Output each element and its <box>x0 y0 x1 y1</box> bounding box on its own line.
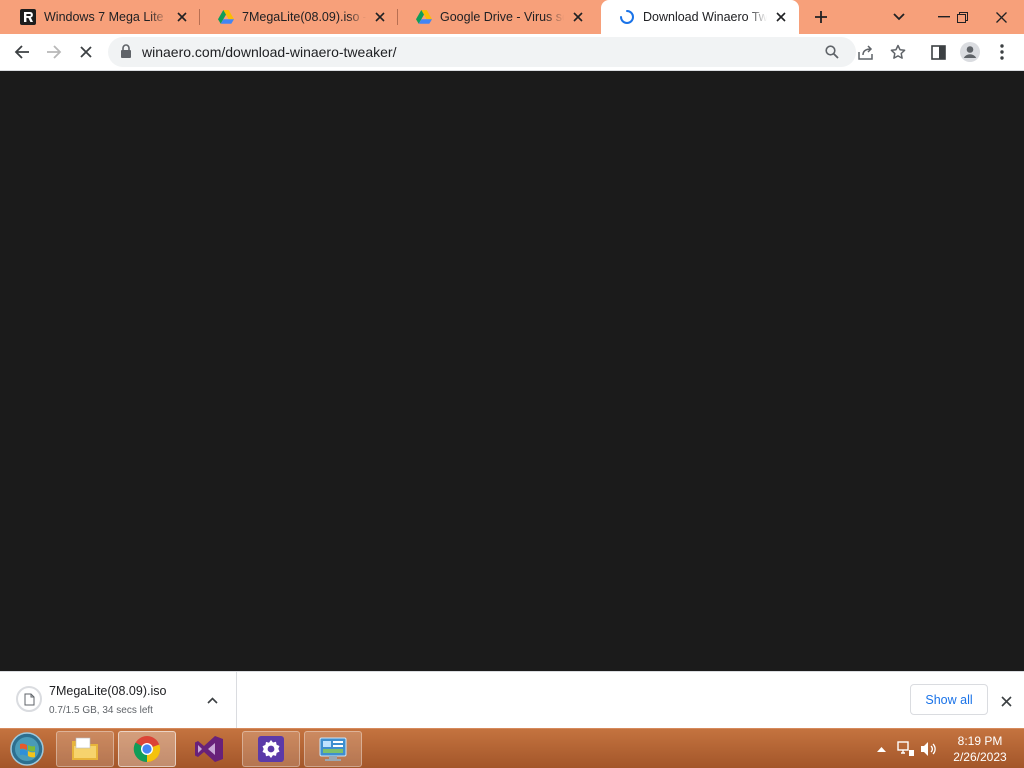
file-explorer-taskbar-button[interactable] <box>56 731 114 767</box>
plus-icon <box>815 11 827 23</box>
taskbar-clock[interactable]: 8:19 PM 2/26/2023 <box>944 733 1016 765</box>
chevron-down-icon <box>893 13 905 21</box>
tab-google-drive-virus-scan[interactable]: Google Drive - Virus scan warning <box>398 0 596 34</box>
close-icon <box>995 11 1007 23</box>
tab-7megalite-drive[interactable]: 7MegaLite(08.09).iso - Google Drive <box>200 0 398 34</box>
page-viewport <box>0 71 1024 671</box>
close-tab-icon[interactable] <box>570 9 586 25</box>
google-drive-icon <box>416 9 432 25</box>
control-panel-icon <box>319 737 347 761</box>
stop-x-icon <box>80 46 92 58</box>
arrow-left-icon <box>14 45 29 59</box>
tab-windows7-mega-lite[interactable]: Windows 7 Mega Lite x64 | Windows 7 <box>2 0 200 34</box>
browser-menu-button[interactable] <box>988 38 1016 66</box>
close-tab-icon[interactable] <box>773 9 789 25</box>
profile-avatar-icon <box>960 42 980 62</box>
chevron-up-icon[interactable] <box>204 692 220 708</box>
arrow-right-icon <box>47 45 62 59</box>
stop-loading-button[interactable] <box>72 38 100 66</box>
settings-taskbar-button[interactable] <box>242 731 300 767</box>
clock-date: 2/26/2023 <box>953 750 1007 764</box>
visual-studio-taskbar-button[interactable] <box>180 731 238 767</box>
chrome-taskbar-button[interactable] <box>118 731 176 767</box>
address-bar[interactable]: winaero.com/download-winaero-tweaker/ <box>108 37 856 67</box>
star-icon <box>890 44 906 59</box>
network-tray-icon[interactable] <box>897 740 915 758</box>
volume-tray-icon[interactable] <box>920 740 938 758</box>
tray-up-arrow-icon <box>876 747 886 752</box>
file-explorer-icon <box>72 737 98 760</box>
close-shelf-button[interactable] <box>996 691 1016 711</box>
download-shelf: 7MegaLite(08.09).iso 0.7/1.5 GB, 34 secs… <box>0 671 1024 728</box>
url-text[interactable]: winaero.com/download-winaero-tweaker/ <box>142 44 396 60</box>
chrome-icon <box>133 736 161 763</box>
start-button[interactable] <box>8 731 46 767</box>
close-tab-icon[interactable] <box>174 9 190 25</box>
visual-studio-icon <box>195 736 223 762</box>
zoom-search-icon[interactable] <box>822 42 842 62</box>
close-tab-icon[interactable] <box>372 9 388 25</box>
close-icon <box>1000 695 1012 707</box>
tab-title: Download Winaero Tweaker <box>643 10 767 24</box>
tab-title: Google Drive - Virus scan warning <box>440 10 564 24</box>
tab-title: Windows 7 Mega Lite x64 | Windows 7 <box>44 10 168 24</box>
control-panel-taskbar-button[interactable] <box>304 731 362 767</box>
browser-toolbar: winaero.com/download-winaero-tweaker/ <box>0 34 1024 71</box>
windows-taskbar: 8:19 PM 2/26/2023 <box>0 728 1024 768</box>
close-window-button[interactable] <box>978 0 1024 34</box>
side-panel-icon <box>930 44 946 60</box>
tab-search-button[interactable] <box>889 7 909 27</box>
lock-icon[interactable] <box>120 44 132 64</box>
bookmark-button[interactable] <box>884 38 912 66</box>
back-button[interactable] <box>8 38 36 66</box>
forward-button[interactable] <box>40 38 68 66</box>
tab-strip: Windows 7 Mega Lite x64 | Windows 7 7Meg… <box>0 0 1024 34</box>
side-panel-button[interactable] <box>924 38 952 66</box>
clock-time: 8:19 PM <box>957 734 1003 748</box>
tab-download-winaero-tweaker[interactable]: Download Winaero Tweaker <box>601 0 799 34</box>
profile-button[interactable] <box>956 38 984 66</box>
new-tab-button[interactable] <box>808 5 834 29</box>
restore-button[interactable] <box>945 0 979 34</box>
file-icon <box>16 686 42 712</box>
download-status: 0.7/1.5 GB, 34 secs left <box>49 705 153 716</box>
show-hidden-icons-button[interactable] <box>872 740 890 758</box>
loading-spinner-icon <box>619 9 635 25</box>
windows-orb-icon <box>10 732 44 766</box>
r-logo-icon <box>20 9 36 25</box>
restore-icon <box>956 11 968 23</box>
google-drive-icon <box>218 9 234 25</box>
share-button[interactable] <box>852 38 880 66</box>
share-icon <box>858 44 873 60</box>
tab-title: 7MegaLite(08.09).iso - Google Drive <box>242 10 366 24</box>
settings-gear-icon <box>258 736 284 762</box>
download-item[interactable]: 7MegaLite(08.09).iso 0.7/1.5 GB, 34 secs… <box>0 672 237 728</box>
show-all-button[interactable]: Show all <box>910 684 988 715</box>
download-filename: 7MegaLite(08.09).iso <box>49 684 167 698</box>
kebab-menu-icon <box>1000 44 1004 60</box>
